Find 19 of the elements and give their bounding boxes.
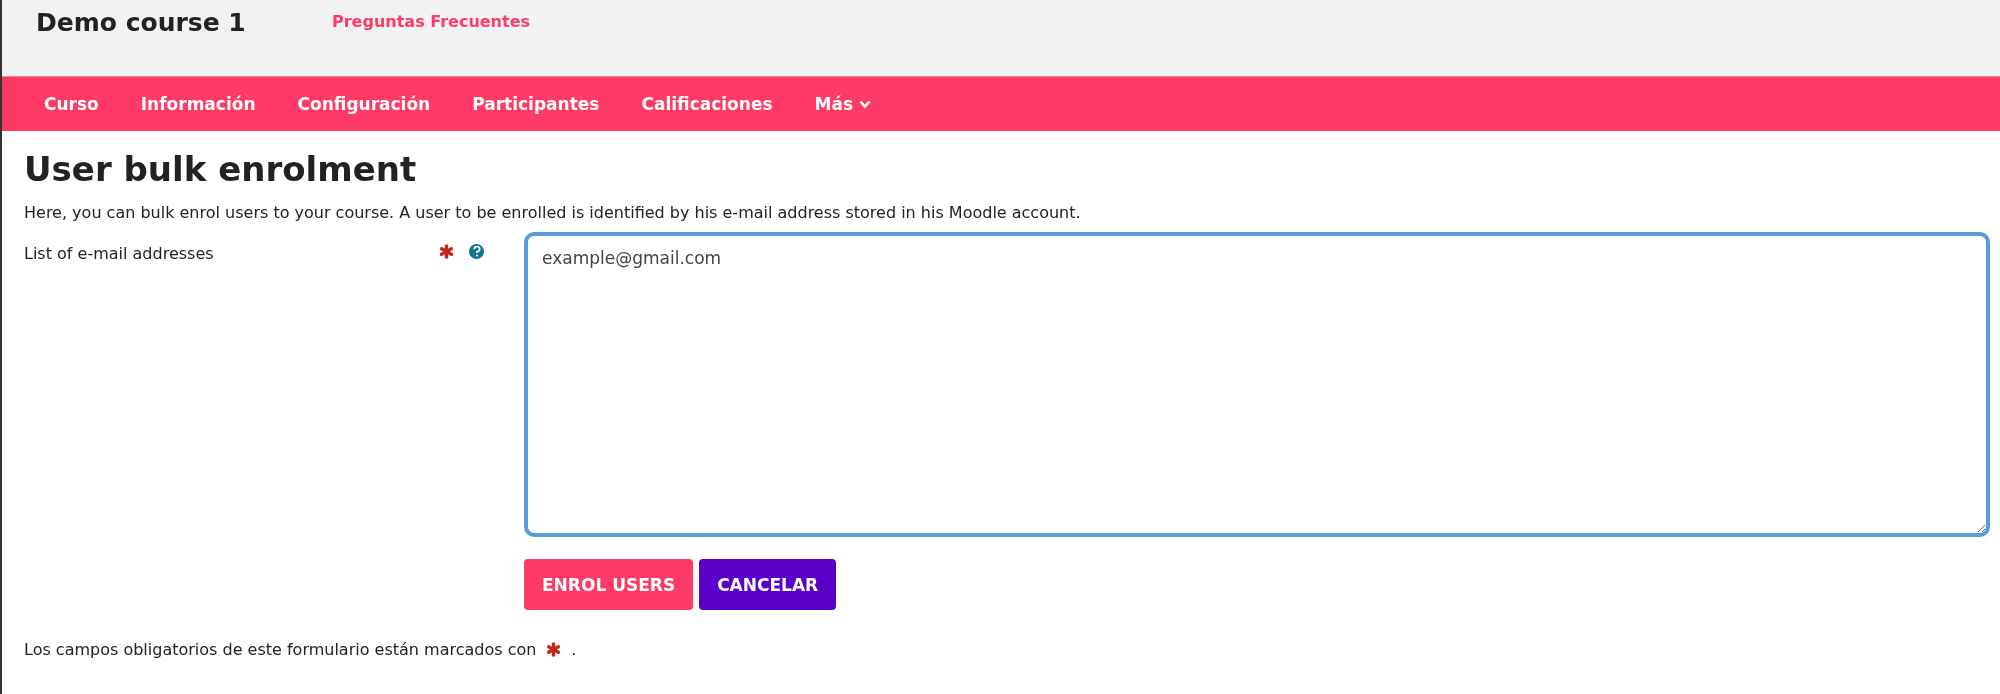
page-title: User bulk enrolment	[24, 149, 418, 189]
faq-link[interactable]: Preguntas Frecuentes	[332, 12, 531, 31]
nav-link[interactable]: Participantes	[472, 94, 600, 114]
nav-link[interactable]: Configuración	[297, 94, 431, 114]
nav-link[interactable]: Curso	[44, 94, 99, 114]
note-period: .	[571, 640, 577, 659]
more-menu[interactable]: Más	[814, 94, 872, 114]
nav-link[interactable]: Información	[140, 94, 256, 114]
cancel-button[interactable]: CANCELAR	[699, 559, 837, 610]
description-text: Here, you can bulk enrol users to your course. A user to be enrolled is identified by his e-mail address stored in his Moodle account.	[24, 203, 1082, 222]
email-list-field[interactable]: example@gmail.com	[524, 232, 1990, 537]
course-title: Demo course 1	[36, 8, 247, 37]
nav-link[interactable]: Calificaciones	[641, 94, 773, 114]
chevron-down-icon	[859, 99, 872, 109]
help-icon[interactable]	[469, 244, 484, 259]
required-note: Los campos obligatorios de este formulario están marcados con	[24, 640, 537, 659]
field-label: List of e-mail addresses	[24, 244, 215, 263]
enrol-users-button[interactable]: ENROL USERS	[524, 559, 694, 610]
required-icon	[546, 642, 562, 657]
